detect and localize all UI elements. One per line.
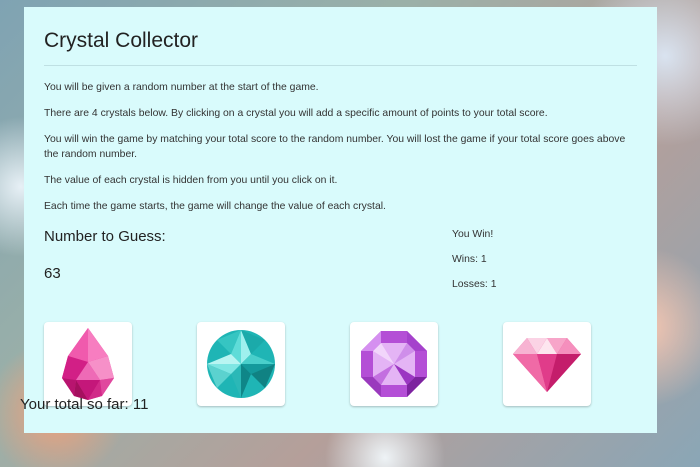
instruction-line: You will win the game by matching your t… bbox=[44, 134, 626, 160]
crystal-button-4[interactable] bbox=[503, 322, 591, 406]
crystal-button-3[interactable] bbox=[350, 322, 438, 406]
total-score: Your total so far: 11 bbox=[20, 396, 149, 413]
game-panel: Crystal Collector You will be given a ra… bbox=[24, 7, 657, 433]
instructions: You will be given a random number at the… bbox=[44, 80, 637, 214]
number-to-guess-label: Number to Guess: bbox=[44, 228, 166, 245]
teal-round-crystal-icon bbox=[207, 330, 275, 398]
instruction-line: Each time the game starts, the game will… bbox=[44, 201, 386, 212]
number-to-guess-value: 63 bbox=[44, 265, 61, 282]
losses-count: Losses: 1 bbox=[452, 279, 497, 290]
instruction-line: You will be given a random number at the… bbox=[44, 82, 319, 93]
page-title: Crystal Collector bbox=[44, 7, 637, 66]
scoreboard: Number to Guess: 63 You Win! Wins: 1 Los… bbox=[44, 228, 637, 308]
result-message: You Win! bbox=[452, 229, 494, 240]
wins-count: Wins: 1 bbox=[452, 254, 487, 265]
status-panel: You Win! Wins: 1 Losses: 1 bbox=[452, 228, 496, 303]
purple-octagon-crystal-icon bbox=[361, 331, 427, 397]
crystal-button-1[interactable] bbox=[44, 322, 132, 406]
crystal-button-2[interactable] bbox=[197, 322, 285, 406]
pink-diamond-crystal-icon bbox=[513, 338, 581, 392]
instruction-line: There are 4 crystals below. By clicking … bbox=[44, 108, 548, 119]
pink-teardrop-crystal-icon bbox=[62, 328, 114, 400]
instruction-line: The value of each crystal is hidden from… bbox=[44, 175, 338, 186]
